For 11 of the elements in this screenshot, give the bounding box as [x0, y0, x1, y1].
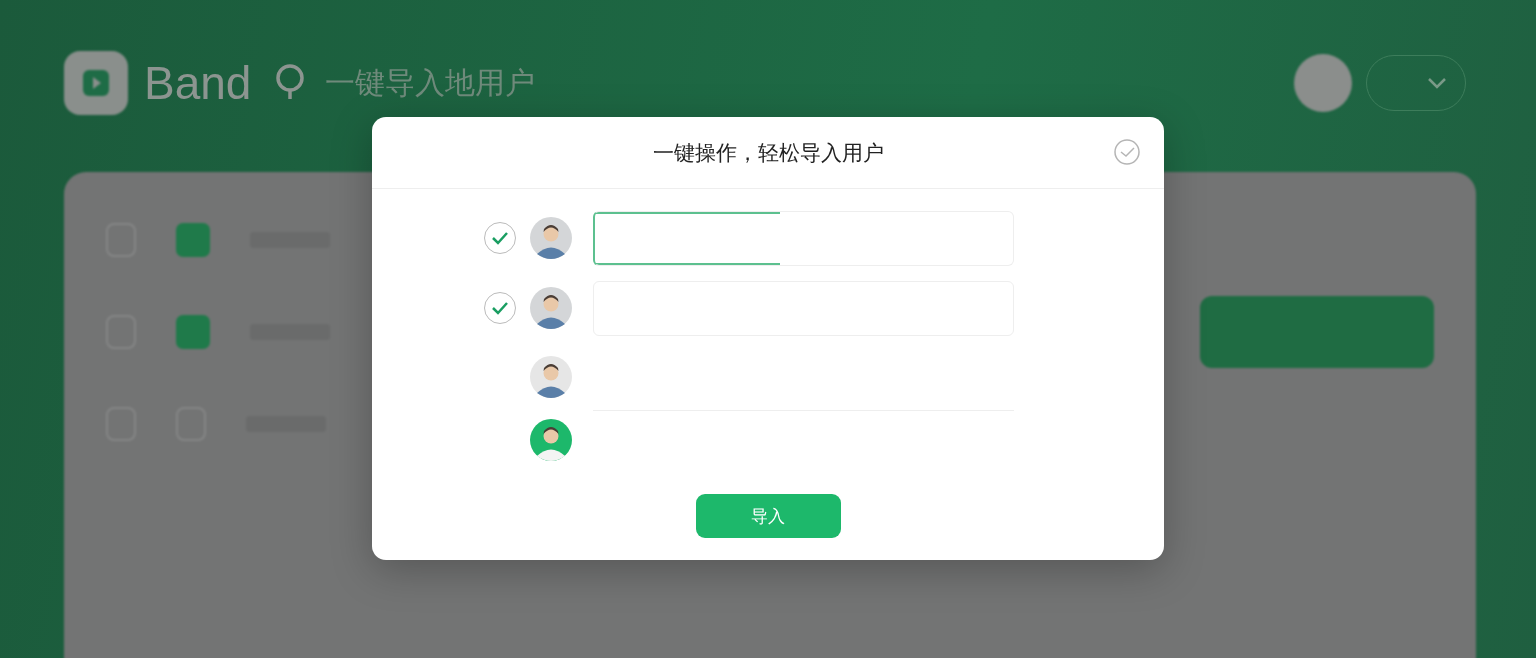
input-field[interactable] — [593, 210, 1014, 266]
app-logo — [64, 51, 128, 115]
import-button[interactable]: 导入 — [695, 494, 841, 538]
dialog-title: 一键操作，轻松导入用户 — [652, 139, 884, 167]
chevron-down-icon — [1427, 77, 1447, 89]
check-icon — [491, 231, 509, 245]
check-circle-icon[interactable] — [1114, 139, 1140, 165]
page-subtitle: 一键导入地用户 — [325, 63, 536, 102]
brand-name: Band — [144, 56, 252, 110]
check-icon — [491, 301, 509, 315]
user-avatar[interactable] — [1294, 54, 1352, 112]
